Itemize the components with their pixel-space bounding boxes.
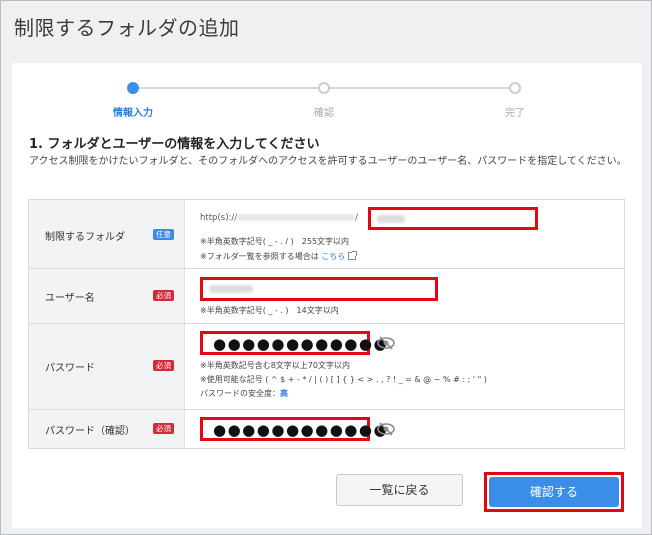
password-note-length: ※半角英数記号含む8文字以上70文字以内: [200, 361, 350, 370]
folder-input[interactable]: [368, 207, 538, 230]
url-separator: /: [355, 213, 358, 223]
redacted-domain: [237, 214, 356, 221]
window-frame: 制限するフォルダの追加 情報入力 確認 完了 1. フォルダとユーザーの情報を入…: [0, 0, 652, 535]
page-title: 制限するフォルダの追加: [14, 16, 240, 40]
password-row-head: パスワード 必須: [29, 324, 185, 409]
stepper-line: [328, 87, 513, 89]
password-confirm-row-head: パスワード（確認） 必須: [29, 410, 185, 448]
password-label: パスワード: [45, 363, 95, 374]
folder-note-chars: ※半角英数字記号( _ - . / ) 255文字以内: [200, 237, 350, 246]
step-dot-complete: [509, 82, 521, 94]
username-row-body: ※半角英数字記号( _ - . ) 14文字以内: [185, 269, 624, 323]
back-to-list-button[interactable]: 一覧に戻る: [336, 474, 463, 506]
password-note-symbols: ※使用可能な記号 ( ^ $ + - * / | ( ) [ ] { } < >…: [200, 375, 487, 384]
required-badge: 必須: [153, 423, 174, 434]
username-input[interactable]: [200, 277, 438, 301]
eye-slash-icon[interactable]: [377, 422, 395, 436]
username-row: ユーザー名 必須 ※半角英数字記号( _ - . ) 14文字以内: [29, 269, 624, 324]
stepper-line: [135, 87, 320, 89]
folder-note-browse-text: ※フォルダ一覧を参照する場合は: [200, 252, 319, 261]
folder-row: 制限するフォルダ 任意 http(s):// / ※半角英数字記号( _ - . …: [29, 200, 624, 269]
section-description: アクセス制限をかけたいフォルダと、そのフォルダへのアクセスを許可するユーザーのユ…: [29, 156, 627, 167]
username-note: ※半角英数字記号( _ - . ) 14文字以内: [200, 306, 339, 315]
optional-badge: 任意: [153, 229, 174, 240]
password-strength: パスワードの安全度：高: [200, 388, 288, 399]
redacted-folder-value: [377, 215, 405, 223]
username-label: ユーザー名: [45, 293, 95, 304]
section-title: 1. フォルダとユーザーの情報を入力してください: [29, 137, 320, 152]
folder-label: 制限するフォルダ: [45, 232, 125, 243]
required-badge: 必須: [153, 290, 174, 301]
password-row-body: ●●●●●●●●●●●● ※半角英数記号含む8文字以上70文字以内 ※使用可能な…: [185, 324, 624, 409]
step-label-complete: 完了: [505, 108, 525, 119]
password-row: パスワード 必須 ●●●●●●●●●●●● ※半角英数記号含む8文字以上70文字…: [29, 324, 624, 410]
form-card: 情報入力 確認 完了 1. フォルダとユーザーの情報を入力してください アクセス…: [12, 63, 642, 528]
eye-slash-icon[interactable]: [377, 336, 395, 350]
url-scheme: http(s)://: [200, 213, 238, 223]
step-dot-confirm: [318, 82, 330, 94]
folder-url-prefix: http(s):// /: [200, 213, 358, 223]
username-row-head: ユーザー名 必須: [29, 269, 185, 323]
folder-list-link[interactable]: こちら: [321, 252, 345, 261]
password-confirm-label: パスワード（確認）: [45, 426, 135, 437]
password-value: ●●●●●●●●●●●●: [213, 335, 389, 353]
confirm-button[interactable]: 確認する: [489, 477, 619, 507]
redacted-username-value: [209, 285, 253, 293]
password-confirm-row: パスワード（確認） 必須 ●●●●●●●●●●●●: [29, 410, 624, 448]
step-dot-input: [127, 82, 139, 94]
password-confirm-value: ●●●●●●●●●●●●: [213, 421, 389, 439]
folder-note-browse: ※フォルダ一覧を参照する場合は こちら: [200, 251, 358, 262]
step-label-input: 情報入力: [113, 108, 153, 119]
password-confirm-row-body: ●●●●●●●●●●●●: [185, 410, 624, 448]
password-input[interactable]: ●●●●●●●●●●●●: [200, 331, 387, 355]
form-table: 制限するフォルダ 任意 http(s):// / ※半角英数字記号( _ - . …: [28, 199, 625, 449]
required-badge: 必須: [153, 360, 174, 371]
password-confirm-input[interactable]: ●●●●●●●●●●●●: [200, 417, 387, 441]
password-strength-value: 高: [280, 389, 288, 398]
password-strength-label: パスワードの安全度：: [200, 389, 280, 398]
folder-row-head: 制限するフォルダ 任意: [29, 200, 185, 268]
folder-row-body: http(s):/// ※半角英数字記号( _ - . / ) 255文字以内 …: [185, 200, 624, 268]
external-link-icon[interactable]: [348, 251, 358, 260]
step-label-confirm: 確認: [314, 108, 334, 119]
